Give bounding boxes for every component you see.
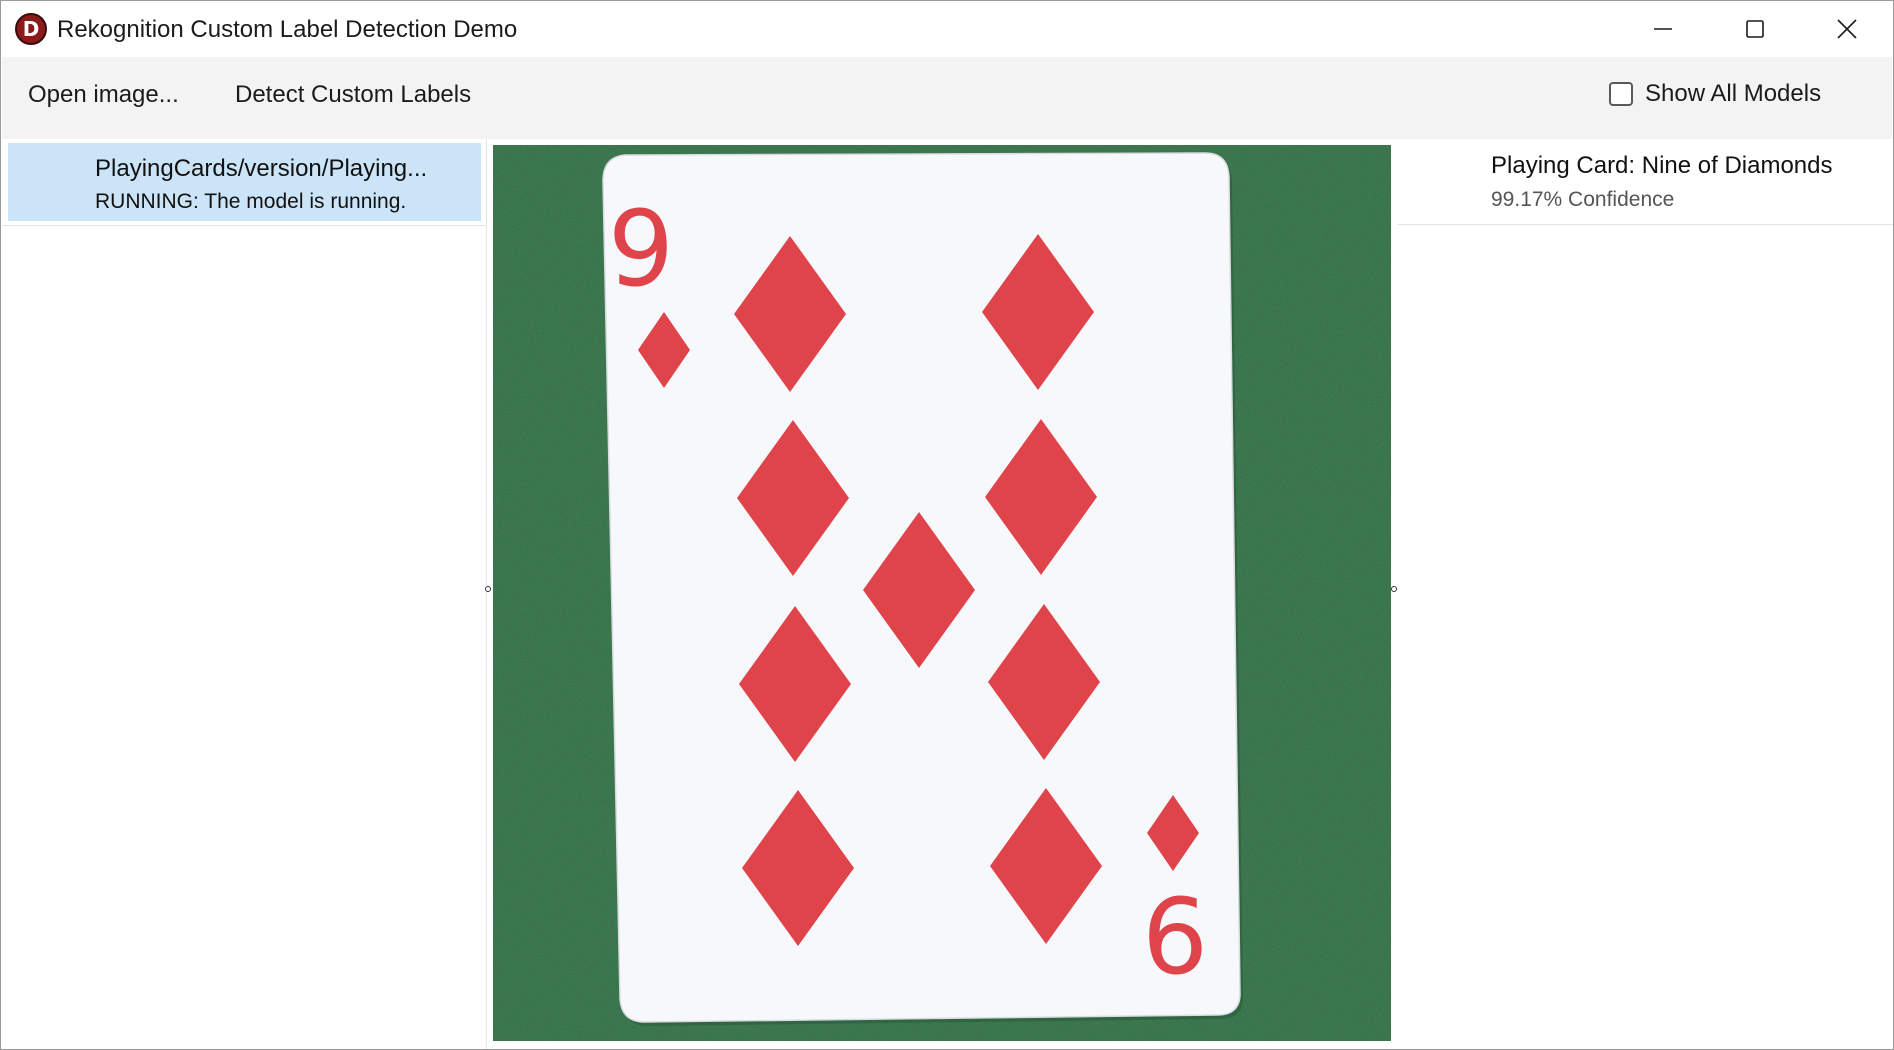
app-window: D Rekognition Custom Label Detection Dem… — [0, 0, 1894, 1050]
corner-rank-top: 9 — [608, 188, 674, 310]
minimize-button[interactable] — [1617, 1, 1709, 57]
model-status: RUNNING: The model is running. — [95, 190, 407, 213]
maximize-icon — [1746, 20, 1764, 38]
detect-custom-labels-button[interactable]: Detect Custom Labels — [235, 81, 471, 109]
result-confidence: 99.17% Confidence — [1491, 188, 1675, 211]
models-list: PlayingCards/version/Playing... RUNNING:… — [2, 139, 487, 1049]
left-splitter-handle[interactable] — [485, 586, 491, 592]
image-viewer[interactable]: 9 9 — [493, 145, 1391, 1041]
title-bar[interactable]: D Rekognition Custom Label Detection Dem… — [1, 1, 1893, 57]
model-name: PlayingCards/version/Playing... — [95, 155, 428, 182]
show-all-models-label: Show All Models — [1645, 80, 1822, 107]
minimize-icon — [1654, 28, 1672, 30]
list-divider — [2, 225, 486, 226]
right-splitter-handle[interactable] — [1391, 586, 1397, 592]
close-button[interactable] — [1801, 1, 1893, 57]
playing-card-image: 9 9 — [493, 145, 1391, 1041]
show-all-models-toggle[interactable]: Show All Models — [1609, 80, 1821, 108]
app-logo-icon: D — [15, 13, 47, 45]
open-image-button[interactable]: Open image... — [28, 81, 179, 109]
list-item-model[interactable]: PlayingCards/version/Playing... RUNNING:… — [8, 143, 481, 221]
show-all-models-checkbox[interactable] — [1609, 82, 1633, 106]
corner-rank-bottom: 9 — [1142, 872, 1208, 994]
result-label: Playing Card: Nine of Diamonds — [1491, 152, 1833, 179]
window-title: Rekognition Custom Label Detection Demo — [57, 16, 518, 43]
close-icon — [1837, 19, 1857, 39]
results-list: Playing Card: Nine of Diamonds 99.17% Co… — [1398, 139, 1893, 1049]
maximize-button[interactable] — [1709, 1, 1801, 57]
list-item-result[interactable]: Playing Card: Nine of Diamonds 99.17% Co… — [1398, 139, 1893, 225]
toolbar: Open image... Detect Custom Labels Show … — [2, 57, 1892, 139]
